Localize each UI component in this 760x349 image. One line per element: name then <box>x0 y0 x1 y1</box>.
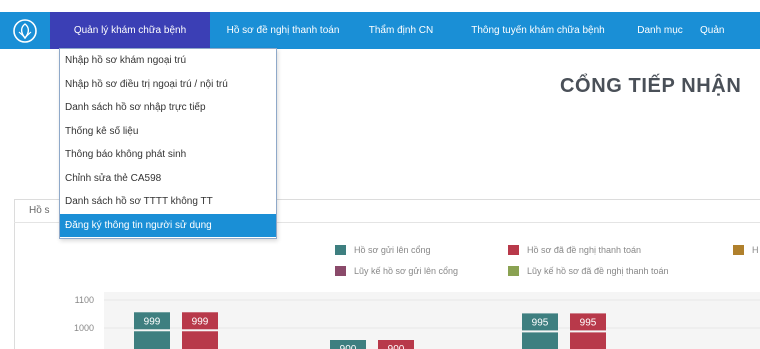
menu-item-nhap-ho-so-kham-ngoai-tru[interactable]: Nhập hồ sơ khám ngoại trú <box>60 49 276 73</box>
logo[interactable] <box>0 12 50 49</box>
page-title: CỔNG TIẾP NHẬN <box>560 75 742 97</box>
menu-item-danh-sach-ho-so-nhap-truc-tiep[interactable]: Danh sách hồ sơ nhập trực tiếp <box>60 96 276 120</box>
data-label: 900 <box>388 344 405 349</box>
nav-item-quan-ly-kham-chua-benh[interactable]: Quản lý khám chữa bệnh <box>50 12 210 49</box>
data-label: 900 <box>340 344 357 349</box>
legend-item[interactable]: Lũy kế hồ sơ đã đề nghị thanh toán <box>508 266 669 276</box>
menu-item-thong-bao-khong-phat-sinh[interactable]: Thông báo không phát sinh <box>60 143 276 167</box>
legend-item[interactable]: Hồ sơ đã đề nghị thanh toán <box>508 245 641 255</box>
legend-swatch <box>335 245 346 255</box>
nav-item-ho-so-de-nghi-thanh-toan[interactable]: Hồ sơ đề nghị thanh toán <box>210 12 356 49</box>
y-tick-label: 1100 <box>75 295 94 305</box>
data-label: 999 <box>192 316 209 327</box>
dropdown-menu: Nhập hồ sơ khám ngoại trú Nhập hồ sơ điề… <box>59 48 277 239</box>
legend-item[interactable]: Lũy kế hồ sơ gửi lên cổng <box>335 266 458 276</box>
bar-chart: 1100 1000 999 999 900 900 995 995 <box>74 292 760 349</box>
bar <box>570 332 606 349</box>
legend-label: H <box>752 245 759 255</box>
menu-item-nhap-ho-so-dieu-tri[interactable]: Nhập hồ sơ điều trị ngoại trú / nội trú <box>60 73 276 97</box>
bar <box>522 332 558 349</box>
data-label: 999 <box>144 316 161 327</box>
menu-item-danh-sach-ho-so-tttt[interactable]: Danh sách hồ sơ TTTT không TT <box>60 190 276 214</box>
bar <box>182 331 218 349</box>
nav-item-tham-dinh-cn[interactable]: Thẩm định CN <box>356 12 446 49</box>
nav-item-quan[interactable]: Quản <box>690 12 734 49</box>
nav-item-danh-muc[interactable]: Danh mục <box>630 12 690 49</box>
menu-item-chinh-sua-the[interactable]: Chỉnh sửa thẻ CA598 <box>60 167 276 191</box>
legend-label: Hồ sơ gửi lên cổng <box>354 245 431 255</box>
logo-icon <box>13 18 37 43</box>
legend-swatch <box>335 266 346 276</box>
legend-label: Hồ sơ đã đề nghị thanh toán <box>527 245 641 255</box>
legend-label: Lũy kế hồ sơ gửi lên cổng <box>354 266 458 276</box>
nav-item-thong-tuyen[interactable]: Thông tuyến khám chữa bệnh <box>446 12 630 49</box>
bar <box>134 331 170 349</box>
menu-item-dang-ky-thong-tin[interactable]: Đăng ký thông tin người sử dụng <box>60 213 276 237</box>
legend-swatch <box>508 266 519 276</box>
data-label: 995 <box>580 317 597 328</box>
y-tick-label: 1000 <box>74 323 94 333</box>
legend-swatch <box>508 245 519 255</box>
menu-item-thong-ke-so-lieu[interactable]: Thống kê số liệu <box>60 120 276 144</box>
legend-swatch <box>733 245 744 255</box>
data-label: 995 <box>532 317 549 328</box>
legend-item[interactable]: H <box>733 245 759 255</box>
legend-item[interactable]: Hồ sơ gửi lên cổng <box>335 245 430 255</box>
legend-label: Lũy kế hồ sơ đã đề nghị thanh toán <box>527 266 669 276</box>
top-navbar: Quản lý khám chữa bệnh Hồ sơ đề nghị tha… <box>0 12 760 49</box>
panel-tab[interactable]: Hồ s <box>29 205 50 216</box>
